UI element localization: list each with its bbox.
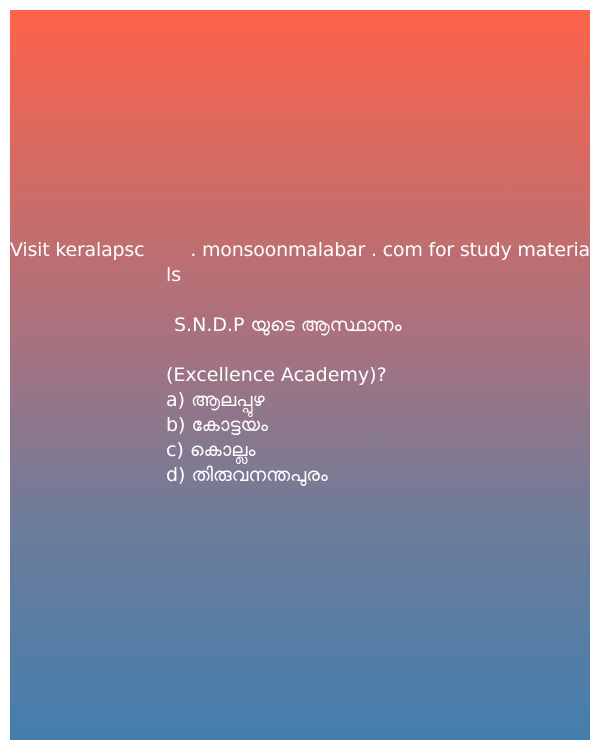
source-line: (Excellence Academy)? — [166, 364, 387, 386]
question-card: Visit keralapsc . monsoonmalabar . com f… — [10, 10, 590, 740]
option-d: d) തിരുവനന്തപുരം — [166, 464, 328, 486]
promo-text-part1: Visit keralapsc — [10, 239, 145, 261]
question-text-block: Visit keralapsc . monsoonmalabar . com f… — [10, 238, 590, 488]
question-line: S.N.D.P യുടെ ആസ്ഥാനം — [174, 314, 402, 336]
option-b: b) കോട്ടയം — [166, 414, 268, 436]
promo-text-part2: . monsoonmalabar . com for study materia — [190, 239, 590, 261]
promo-text-wrap: ls — [166, 264, 182, 286]
promo-line: Visit keralapsc . monsoonmalabar . com f… — [10, 238, 590, 263]
option-c: c) കൊല്ലം — [166, 439, 256, 461]
option-a: a) ആലപ്പുഴ — [166, 389, 265, 411]
